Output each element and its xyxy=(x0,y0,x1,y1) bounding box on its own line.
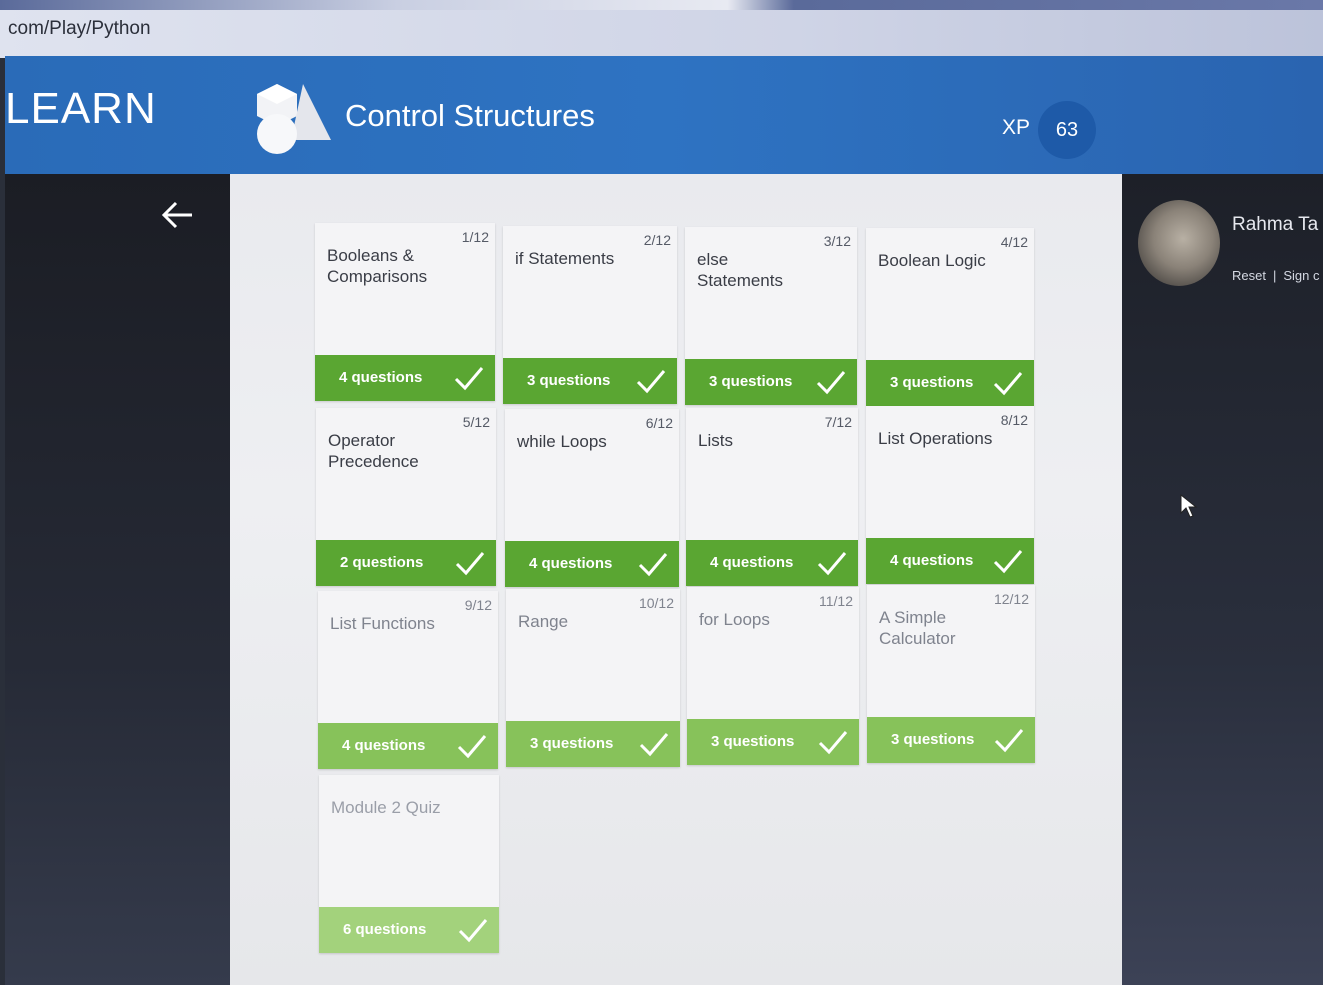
completion-bar: 4 questions xyxy=(318,723,498,769)
completion-bar: 4 questions xyxy=(505,541,679,587)
checkmark-icon xyxy=(818,731,848,755)
url-text[interactable]: com/Play/Python xyxy=(8,18,151,40)
lesson-progress: 10/12 xyxy=(638,595,674,611)
question-count: 4 questions xyxy=(890,552,974,569)
back-arrow-icon[interactable] xyxy=(160,197,196,233)
lesson-title: Booleans & Comparisons xyxy=(327,246,428,286)
completion-bar: 4 questions xyxy=(866,538,1034,584)
question-count: 3 questions xyxy=(527,372,611,389)
question-count: 3 questions xyxy=(711,733,795,750)
xp-label: XP xyxy=(1002,116,1031,139)
lesson-progress: 8/12 xyxy=(1000,412,1028,428)
lesson-card[interactable]: Lists 7/12 4 questions xyxy=(686,408,858,586)
lesson-title: Lists xyxy=(698,431,733,450)
lesson-title: Operator Precedence xyxy=(328,431,419,471)
logo-text: LEARN xyxy=(5,84,157,133)
reset-link[interactable]: Reset xyxy=(1232,268,1266,283)
page-title: Control Structures xyxy=(345,98,595,133)
completion-bar: 3 questions xyxy=(866,360,1034,406)
question-count: 3 questions xyxy=(709,373,793,390)
lesson-card[interactable]: else Statements 3/12 3 questions xyxy=(685,227,857,405)
lesson-progress: 3/12 xyxy=(823,233,851,249)
lesson-card[interactable]: while Loops 6/12 4 questions xyxy=(505,409,679,587)
question-count: 4 questions xyxy=(710,554,794,571)
completion-bar: 3 questions xyxy=(867,717,1035,763)
question-count: 3 questions xyxy=(530,735,614,752)
lesson-card[interactable]: if Statements 2/12 3 questions xyxy=(503,226,677,404)
completion-bar: 4 questions xyxy=(686,540,858,586)
checkmark-icon xyxy=(455,552,485,576)
left-panel xyxy=(5,174,230,985)
lesson-title: while Loops xyxy=(517,432,607,451)
user-avatar[interactable] xyxy=(1138,200,1220,286)
module-shapes-icon xyxy=(257,84,331,154)
lesson-progress: 12/12 xyxy=(993,591,1029,607)
checkmark-icon xyxy=(816,371,846,395)
lesson-card[interactable]: Operator Precedence 5/12 2 questions xyxy=(316,408,496,586)
lesson-card[interactable]: Booleans & Comparisons 1/12 4 questions xyxy=(315,223,495,401)
checkmark-icon xyxy=(994,729,1024,753)
sign-out-link[interactable]: Sign c xyxy=(1283,268,1319,283)
lesson-card[interactable]: for Loops 11/12 3 questions xyxy=(687,587,859,765)
question-count: 3 questions xyxy=(890,374,974,391)
completion-bar: 3 questions xyxy=(506,721,680,767)
completion-bar: 2 questions xyxy=(316,540,496,586)
question-count: 4 questions xyxy=(342,737,426,754)
checkmark-icon xyxy=(454,367,484,391)
mouse-cursor-icon xyxy=(1180,494,1198,518)
checkmark-icon xyxy=(638,553,668,577)
completion-bar: 3 questions xyxy=(687,719,859,765)
question-count: 3 questions xyxy=(891,731,975,748)
user-links: Reset | Sign c xyxy=(1232,268,1320,283)
lesson-title: for Loops xyxy=(699,610,770,629)
link-separator: | xyxy=(1272,268,1277,283)
checkmark-icon xyxy=(457,735,487,759)
lesson-title: else Statements xyxy=(697,250,783,290)
lesson-title: List Functions xyxy=(330,614,435,633)
lesson-card[interactable]: A Simple Calculator 12/12 3 questions xyxy=(867,585,1035,763)
lesson-title: Module 2 Quiz xyxy=(331,798,441,817)
lesson-title: if Statements xyxy=(515,249,615,268)
lesson-card[interactable]: Module 2 Quiz 6 questions xyxy=(319,775,499,953)
lesson-progress: 1/12 xyxy=(461,229,489,245)
question-count: 2 questions xyxy=(340,554,424,571)
lesson-progress: 4/12 xyxy=(1000,234,1028,250)
checkmark-icon xyxy=(993,550,1023,574)
right-panel xyxy=(1122,174,1323,985)
lesson-progress: 5/12 xyxy=(462,414,490,430)
completion-bar: 3 questions xyxy=(685,359,857,405)
lesson-title: Range xyxy=(518,612,569,631)
lesson-progress: 9/12 xyxy=(464,597,492,613)
checkmark-icon xyxy=(817,552,847,576)
address-bar[interactable]: com/Play/Python xyxy=(0,10,1323,58)
lesson-progress: 11/12 xyxy=(819,593,853,609)
checkmark-icon xyxy=(639,733,669,757)
question-count: 4 questions xyxy=(339,369,423,386)
lesson-title: List Operations xyxy=(878,429,993,448)
lesson-card[interactable]: Range 10/12 3 questions xyxy=(506,589,680,767)
checkmark-icon xyxy=(993,372,1023,396)
question-count: 4 questions xyxy=(529,555,613,572)
window-frame xyxy=(0,0,1323,10)
app-header: LEARN Control Structures XP 63 xyxy=(5,56,1323,174)
lesson-title: Boolean Logic xyxy=(878,251,986,270)
lesson-progress: 6/12 xyxy=(645,415,673,431)
lesson-title: A Simple Calculator xyxy=(879,608,956,648)
completion-bar: 4 questions xyxy=(315,355,495,401)
user-name: Rahma Ta xyxy=(1232,214,1319,235)
completion-bar: 6 questions xyxy=(319,907,499,953)
brand-logo[interactable]: LEARN xyxy=(5,84,157,134)
checkmark-icon xyxy=(458,919,488,943)
lesson-progress: 7/12 xyxy=(824,414,852,430)
xp-badge: 63 xyxy=(1038,101,1096,159)
lesson-progress: 2/12 xyxy=(643,232,671,248)
lesson-card[interactable]: List Functions 9/12 4 questions xyxy=(318,591,498,769)
lesson-card[interactable]: Boolean Logic 4/12 3 questions xyxy=(866,228,1034,406)
question-count: 6 questions xyxy=(343,921,427,938)
checkmark-icon xyxy=(636,370,666,394)
completion-bar: 3 questions xyxy=(503,358,677,404)
lesson-card[interactable]: List Operations 8/12 4 questions xyxy=(866,406,1034,584)
